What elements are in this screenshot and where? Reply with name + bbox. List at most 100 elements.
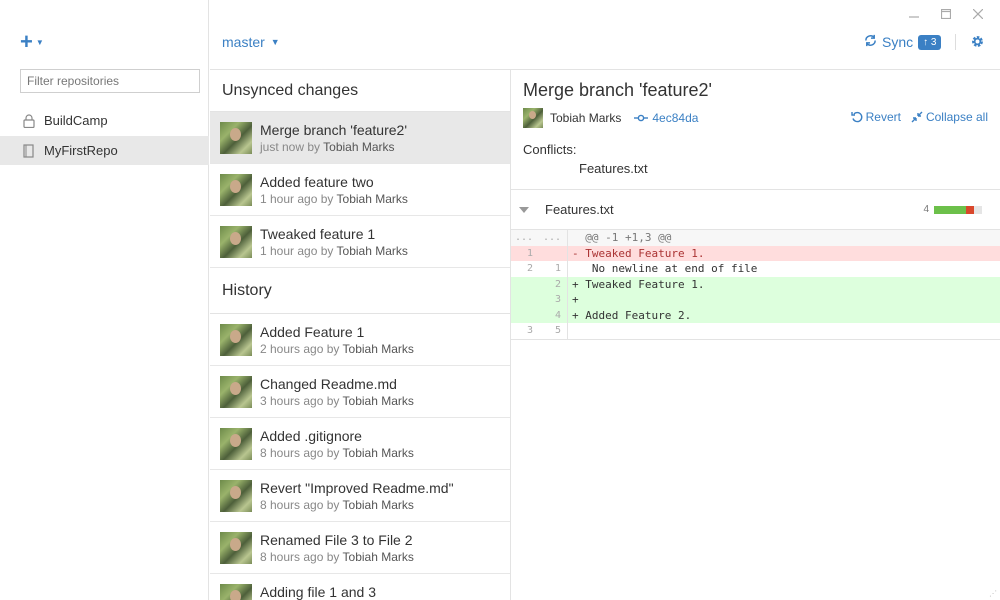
diff-line-text: + Added Feature 2. [567, 307, 1000, 323]
commit-row[interactable]: Tweaked feature 1 1 hour ago by Tobiah M… [210, 216, 510, 268]
maximize-icon[interactable] [930, 4, 962, 24]
repo-item-buildcamp[interactable]: BuildCamp [0, 106, 209, 135]
commit-actions: Revert Collapse all [850, 110, 988, 124]
diff-line: 35 [511, 323, 1000, 339]
commit-row[interactable]: Merge branch 'feature2' just now by Tobi… [210, 112, 510, 164]
undo-icon [850, 111, 863, 123]
avatar [220, 225, 252, 258]
commit-row[interactable]: Added .gitignore 8 hours ago by Tobiah M… [210, 418, 510, 470]
diff-line: 4 + Added Feature 2. [511, 307, 1000, 323]
commit-author: Tobiah Marks [342, 549, 414, 564]
resize-grip-icon[interactable]: ⋰ [989, 589, 997, 598]
commit-title: Revert "Improved Readme.md" [260, 479, 454, 496]
commit-row[interactable]: Revert "Improved Readme.md" 8 hours ago … [210, 470, 510, 522]
conflicts-label: Conflicts: [523, 142, 577, 157]
commit-time: 8 hours ago by [260, 549, 340, 564]
revert-button[interactable]: Revert [850, 110, 901, 124]
diff-stat-square [942, 205, 950, 214]
commit-row[interactable]: Renamed File 3 to File 2 8 hours ago by … [210, 522, 510, 574]
commit-detail-title: Merge branch 'feature2' [523, 80, 712, 100]
diff-stat-square [950, 205, 958, 214]
diff-stat-bar [934, 205, 982, 214]
commit-icon [634, 114, 649, 122]
branch-name: master [222, 34, 265, 50]
diff-file-name: Features.txt [545, 202, 614, 217]
diff-line-text: + [567, 292, 1000, 308]
new-line-number: ... [542, 232, 561, 244]
commit-title: Added Feature 1 [260, 323, 365, 340]
commit-author: Tobiah Marks [342, 341, 414, 356]
diff-line-text: No newline at end of file [567, 261, 1000, 277]
old-line-number: 1 [526, 247, 533, 259]
add-repository-button[interactable]: + ▼ [20, 31, 44, 53]
history-heading: History [210, 268, 510, 314]
commit-author: Tobiah Marks [336, 243, 408, 258]
book-icon [22, 143, 35, 158]
commit-title: Adding file 1 and 3 [260, 584, 376, 600]
avatar [220, 173, 252, 206]
sidebar: + ▼ BuildCamp MyFirstRepo [0, 0, 209, 600]
revert-label: Revert [865, 110, 901, 124]
new-line-number: 4 [554, 309, 561, 321]
diff-line-text: - Tweaked Feature 1. [567, 245, 1000, 261]
repo-item-myfirstrepo[interactable]: MyFirstRepo [0, 136, 209, 165]
chevron-down-icon: ▼ [35, 37, 44, 47]
avatar [220, 375, 252, 408]
commit-time: 2 hours ago by [260, 341, 340, 356]
diff-line: 3 + [511, 292, 1000, 308]
collapse-triangle-icon[interactable] [519, 206, 529, 213]
divider [955, 34, 956, 50]
diff-line-text: + Tweaked Feature 1. [567, 276, 1000, 292]
commit-sha-link[interactable]: 4ec84da [634, 111, 698, 125]
commit-title: Tweaked feature 1 [260, 225, 376, 242]
commit-row[interactable]: Added Feature 1 2 hours ago by Tobiah Ma… [210, 314, 510, 366]
commit-list-panel: Unsynced changes Merge branch 'feature2'… [210, 70, 511, 600]
close-icon[interactable] [962, 4, 994, 24]
new-line-number: 2 [554, 278, 561, 290]
lock-icon [22, 113, 35, 128]
new-line-number: 5 [554, 325, 561, 337]
conflict-file[interactable]: Features.txt [579, 161, 648, 176]
commit-time: 1 hour ago by [260, 191, 334, 206]
commit-author: Tobiah Marks [342, 497, 414, 512]
window-controls [898, 4, 994, 24]
old-line-number: ... [514, 232, 533, 244]
minimize-icon[interactable] [898, 4, 930, 24]
avatar [220, 584, 252, 600]
collapse-all-button[interactable]: Collapse all [911, 110, 988, 124]
commit-time: 1 hour ago by [260, 243, 334, 258]
diff-view: ...... @@ -1 +1,3 @@ 1 - Tweaked Feature 1… [511, 230, 1000, 340]
avatar [220, 323, 252, 356]
old-line-number: 2 [526, 263, 533, 275]
sync-button[interactable]: Sync ↑ 3 [864, 34, 942, 50]
commit-title: Added feature two [260, 173, 374, 190]
commit-time: 8 hours ago by [260, 497, 340, 512]
filter-repositories-input[interactable] [20, 69, 200, 93]
diff-line-text: @@ -1 +1,3 @@ [567, 230, 1000, 246]
diff-stat-square [934, 205, 942, 214]
gear-icon[interactable] [970, 34, 985, 52]
commit-row[interactable]: Changed Readme.md 3 hours ago by Tobiah … [210, 366, 510, 418]
avatar [220, 479, 252, 512]
sync-icon [864, 34, 877, 50]
commit-author-row: Tobiah Marks 4ec84da [523, 108, 698, 128]
diff-stat-square [966, 205, 974, 214]
branch-selector[interactable]: master ▼ [222, 34, 280, 50]
diff-line-text [567, 323, 1000, 339]
sync-label: Sync [882, 34, 914, 50]
repo-name: MyFirstRepo [44, 143, 118, 158]
commit-author: Tobiah Marks [342, 393, 414, 408]
commit-row[interactable]: Adding file 1 and 3 [210, 574, 510, 600]
commit-row[interactable]: Added feature two 1 hour ago by Tobiah M… [210, 164, 510, 216]
diff-stat-square [958, 205, 966, 214]
old-line-number: 3 [526, 325, 533, 337]
avatar [220, 427, 252, 460]
repo-name: BuildCamp [44, 113, 108, 128]
diff-line: 2 1 No newline at end of file [511, 261, 1000, 277]
commit-title: Renamed File 3 to File 2 [260, 531, 413, 548]
file-diff-header[interactable]: Features.txt 4 [511, 190, 1000, 230]
diff-line: 1 - Tweaked Feature 1. [511, 245, 1000, 261]
commit-author: Tobiah Marks [323, 139, 395, 154]
avatar [220, 121, 252, 154]
collapse-icon [911, 111, 923, 123]
